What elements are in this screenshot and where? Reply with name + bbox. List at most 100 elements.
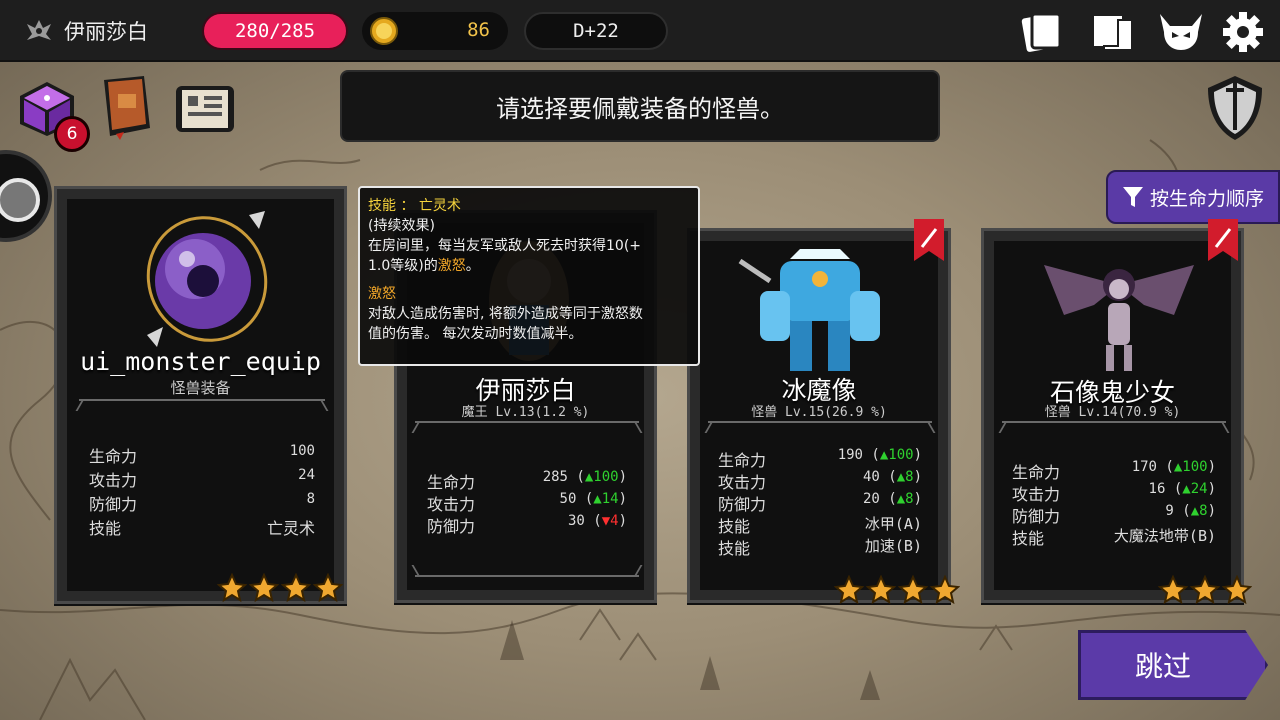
stat-value: 大魔法地带(B) [1113,527,1216,545]
monster-card[interactable]: 冰魔像 怪兽 Lv.15(26.9 %) 生命力 190 (▲100) 攻击力 … [687,219,960,605]
star-icon [313,573,343,603]
map-scroll-icon[interactable] [1090,10,1136,54]
stat-value: 冰甲(A) [864,515,922,533]
star-icon [249,573,279,603]
stat-delta: ▲8 [896,491,914,507]
stat-value: 16 [1148,481,1166,497]
divider [708,421,932,431]
cards-icon[interactable] [1018,10,1064,54]
stat-label: 攻击力 [718,473,767,492]
star-icon [898,575,928,605]
bookmark-ribbon-icon[interactable] [914,219,944,261]
stat-row: 生命力 170 (▲100) [1012,459,1216,482]
monster-level: 怪兽 Lv.15(26.9 %) [751,405,887,420]
recipe-scroll-icon[interactable] [172,80,238,138]
stat-label: 防御力 [718,495,767,514]
stat-delta: ▲8 [1190,503,1208,519]
stat-value-group: 40 (▲8) [862,469,922,485]
stat-label: 生命力 [89,447,138,466]
stat-value: 50 [559,491,577,507]
stat-label: 攻击力 [89,471,138,490]
tooltip-line: (持续效果) [368,218,435,234]
sort-label: 按生命力顺序 [1150,187,1265,210]
gold-value: 86 [467,19,490,41]
tooltip-line: 在房间里，每当友军或敌人死去时获得10(+ [368,238,642,254]
stat-label: 攻击力 [427,495,476,514]
star-rating [217,573,343,603]
stat-value-group: 20 (▲8) [862,491,922,507]
stat-label: 防御力 [427,517,476,536]
equipment-subtitle: 怪兽装备 [170,379,231,397]
stat-row: 生命力 190 (▲100) [718,447,922,470]
stat-value: 285 [542,469,568,485]
divider [79,399,325,409]
spellbook-icon[interactable] [98,74,154,140]
stat-row: 攻击力 16 (▲24) [1012,481,1216,504]
stat-label: 防御力 [1012,507,1061,526]
stat-value: 190 [837,447,863,463]
monster-sprite [738,249,880,371]
stat-value-group: 285 (▲100) [542,469,627,485]
divider [415,567,639,577]
crystal-orb-icon [146,211,268,347]
stat-delta: ▲14 [593,491,619,507]
tooltip-term: 激怒 [368,286,396,302]
divider [1002,421,1226,431]
dice-count-badge: 6 [54,116,90,152]
player-info: 伊丽莎白 [24,14,148,48]
top-bar: 伊丽莎白 280/285 86 D+22 [0,0,1280,62]
stat-value-group: 9 (▲8) [1165,503,1216,519]
stat-value: 8 [306,491,315,507]
stat-label: 技能 [718,517,751,536]
stat-value: 亡灵术 [266,519,315,538]
star-rating [1158,575,1252,605]
gear-icon[interactable] [1220,10,1266,54]
monster-level: 怪兽 Lv.14(70.9 %) [1044,405,1181,420]
player-name: 伊丽莎白 [64,20,148,44]
sort-button[interactable]: 按生命力顺序 [1106,170,1280,224]
stat-label: 生命力 [718,451,767,470]
stat-value: 加速(B) [864,537,922,555]
stat-delta: ▲24 [1182,481,1208,497]
shield-sword-icon[interactable] [1200,72,1270,144]
demon-skull-icon[interactable] [1158,10,1204,54]
tooltip-line: 值的伤害。 每次发动时数值减半。 [368,326,583,342]
bookmark-ribbon-icon[interactable] [1208,219,1238,261]
stat-delta: ▲100 [584,469,619,485]
stat-label: 技能 [1012,529,1045,548]
star-icon [1158,575,1188,605]
stat-delta: ▲100 [879,447,914,463]
stat-label: 生命力 [427,473,476,492]
funnel-icon [1123,187,1143,207]
divider [415,421,639,431]
stat-row: 防御力 9 (▲8) [1012,503,1216,526]
monster-sprite [1044,265,1194,371]
hp-display: 280/285 [202,12,348,50]
tooltip-text: 1.0等级)的 [368,258,438,274]
stat-row: 攻击力 40 (▲8) [718,469,922,492]
star-icon [834,575,864,605]
stat-row: 生命力 100 [89,443,315,466]
stat-row: 生命力 285 (▲100) [427,469,627,492]
stat-value-group: 50 (▲14) [559,491,627,507]
star-icon [1222,575,1252,605]
stat-label: 防御力 [89,495,138,514]
stat-row: 防御力 8 [89,491,315,514]
skip-button[interactable]: 跳过 [1078,630,1268,700]
stat-label: 技能 [718,539,751,558]
tooltip-line: 1.0等级)的激怒。 [368,256,690,276]
stat-row: 技能 大魔法地带(B) [1012,525,1216,548]
stat-delta: ▼4 [601,513,619,529]
stat-row: 技能 亡灵术 [89,515,315,538]
stat-row: 防御力 20 (▲8) [718,491,922,514]
tooltip-title: 技能 ： 亡灵术 [368,198,461,214]
skill-tooltip: 技能 ： 亡灵术 (持续效果) 在房间里，每当友军或敌人死去时获得10(+ 1.… [358,186,700,366]
stat-value: 30 [567,513,585,529]
stat-label: 攻击力 [1012,485,1061,504]
monster-card[interactable]: 石像鬼少女 怪兽 Lv.14(70.9 %) 生命力 170 (▲100) 攻击… [981,219,1252,605]
tooltip-text: 。 [465,258,480,274]
star-rating [834,575,960,605]
equipment-name: ui_monster_equip [80,347,321,376]
stat-row: 防御力 30 (▼4) [427,513,627,536]
stat-value: 24 [298,467,315,483]
